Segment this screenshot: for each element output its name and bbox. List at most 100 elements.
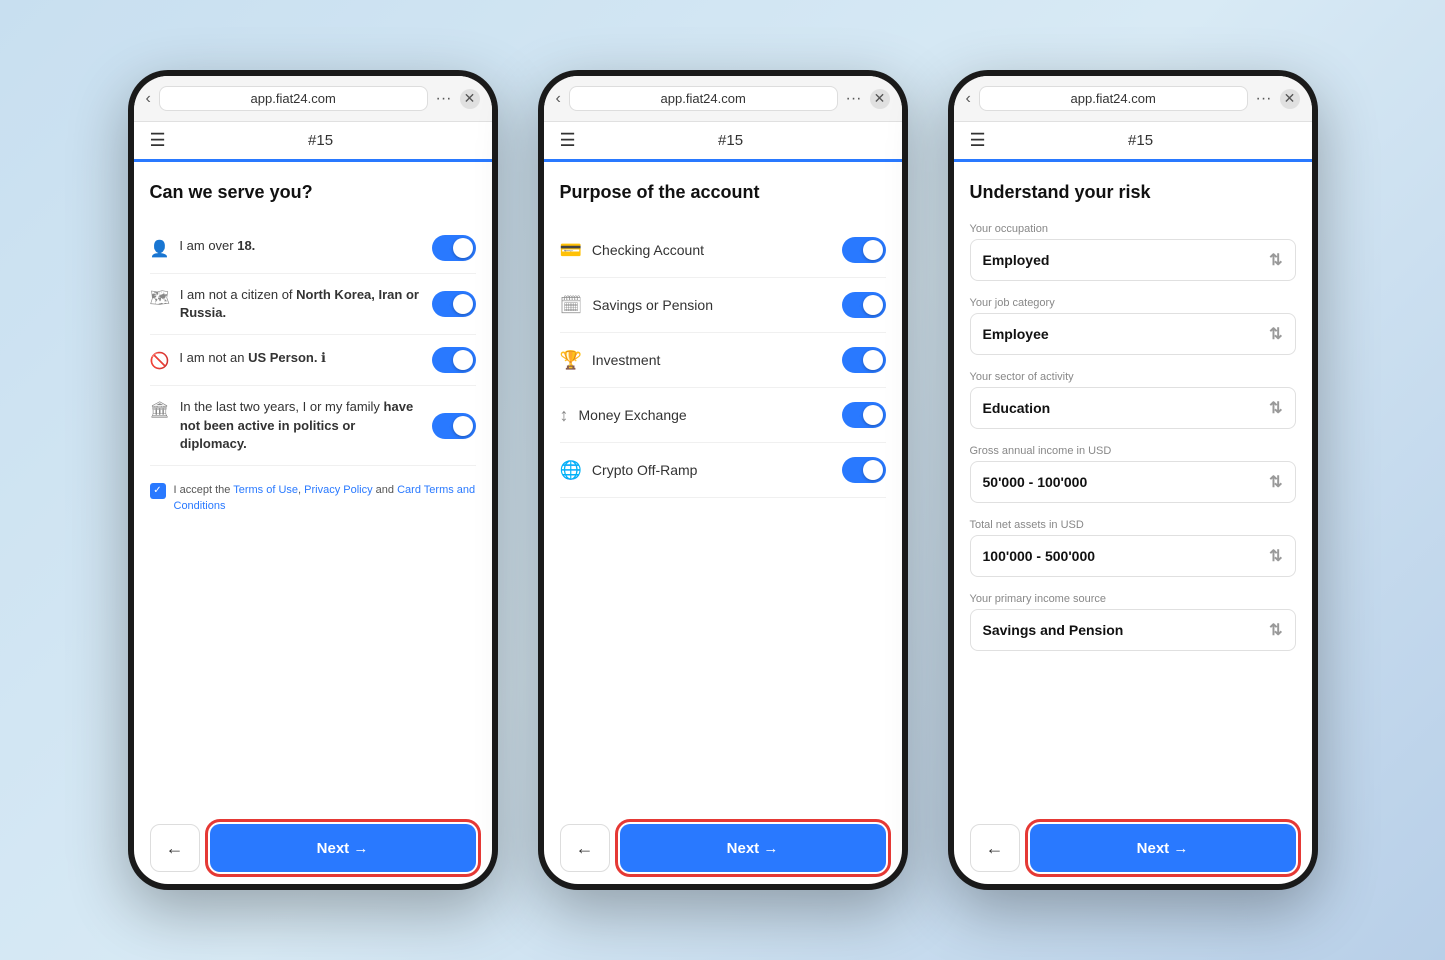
screen1-title: Can we serve you? [150,182,476,203]
browser-bar-3: ‹ app.fiat24.com ··· ✕ [954,76,1312,122]
checkbox-row-1: ✓ I accept the Terms of Use, Privacy Pol… [150,482,476,515]
field-job-category: Your job category Employee ⇅ [970,297,1296,355]
toggle-exchange[interactable] [842,402,886,428]
browser-back-3[interactable]: ‹ [966,90,971,108]
investment-label: Investment [592,352,660,368]
browser-bar-2: ‹ app.fiat24.com ··· ✕ [544,76,902,122]
toggle-4[interactable] [432,413,476,439]
next-button-2[interactable]: Next → [620,824,886,872]
toggle-crypto[interactable] [842,457,886,483]
footer-1: ← Next → [134,812,492,884]
field-sector: Your sector of activity Education ⇅ [970,371,1296,429]
screen3-content: Understand your risk Your occupation Emp… [954,162,1312,812]
job-category-label: Your job category [970,297,1296,309]
net-assets-select[interactable]: 100'000 - 500'000 ⇅ [970,535,1296,577]
occupation-select[interactable]: Employed ⇅ [970,239,1296,281]
occupation-label: Your occupation [970,223,1296,235]
browser-url-2: app.fiat24.com [569,86,838,111]
screen3-title: Understand your risk [970,182,1296,203]
row-text-2: I am not a citizen of North Korea, Iran … [180,286,420,322]
income-select[interactable]: 50'000 - 100'000 ⇅ [970,461,1296,503]
purpose-row-5[interactable]: 🌐 Crypto Off-Ramp [560,443,886,498]
browser-close-2[interactable]: ✕ [870,89,890,109]
footer-3: ← Next → [954,812,1312,884]
nav-bar-1: ☰ #15 [134,122,492,162]
browser-url-1: app.fiat24.com [159,86,428,111]
hamburger-icon-1[interactable]: ☰ [150,130,166,151]
phone-screen-1: ‹ app.fiat24.com ··· ✕ ☰ #15 Can we serv… [134,76,492,884]
occupation-arrow: ⇅ [1269,250,1282,270]
terms-text: I accept the Terms of Use, Privacy Polic… [174,482,476,515]
browser-url-3: app.fiat24.com [979,86,1248,111]
exchange-icon: ↕ [560,405,569,426]
field-income: Gross annual income in USD 50'000 - 100'… [970,445,1296,503]
toggle-row-4: 🏛 In the last two years, I or my family … [150,386,476,466]
browser-back-1[interactable]: ‹ [146,90,151,108]
nav-bar-2: ☰ #15 [544,122,902,162]
job-category-select[interactable]: Employee ⇅ [970,313,1296,355]
income-arrow: ⇅ [1269,472,1282,492]
savings-icon: 🗓 [560,295,583,316]
row-text-1: I am over 18. [179,237,255,255]
field-net-assets: Total net assets in USD 100'000 - 500'00… [970,519,1296,577]
sector-arrow: ⇅ [1269,398,1282,418]
screen1-content: Can we serve you? 👤 I am over 18. 🗺 I am… [134,162,492,812]
browser-dots-1[interactable]: ··· [436,90,452,108]
income-label: Gross annual income in USD [970,445,1296,457]
phone-frame-1: ‹ app.fiat24.com ··· ✕ ☰ #15 Can we serv… [128,70,498,890]
exchange-label: Money Exchange [579,407,687,423]
row-text-3: I am not an US Person. ℹ [179,349,326,367]
income-source-value: Savings and Pension [983,622,1124,638]
phone-screen-3: ‹ app.fiat24.com ··· ✕ ☰ #15 Understand … [954,76,1312,884]
back-button-1[interactable]: ← [150,824,200,872]
income-source-select[interactable]: Savings and Pension ⇅ [970,609,1296,651]
footer-2: ← Next → [544,812,902,884]
sector-label: Your sector of activity [970,371,1296,383]
hamburger-icon-2[interactable]: ☰ [560,130,576,151]
nav-title-2: #15 [576,132,886,149]
occupation-value: Employed [983,252,1050,268]
browser-bar-1: ‹ app.fiat24.com ··· ✕ [134,76,492,122]
back-button-3[interactable]: ← [970,824,1020,872]
sector-value: Education [983,400,1051,416]
checking-label: Checking Account [592,242,704,258]
browser-dots-2[interactable]: ··· [846,90,862,108]
browser-close-1[interactable]: ✕ [460,89,480,109]
toggle-row-2: 🗺 I am not a citizen of North Korea, Ira… [150,274,476,335]
row-icon-1: 👤 [150,239,170,259]
back-button-2[interactable]: ← [560,824,610,872]
nav-title-1: #15 [166,132,476,149]
toggle-1[interactable] [432,235,476,261]
purpose-row-3[interactable]: 🏆 Investment [560,333,886,388]
next-button-1[interactable]: Next → [210,824,476,872]
toggle-3[interactable] [432,347,476,373]
checking-icon: 💳 [560,240,582,261]
browser-close-3[interactable]: ✕ [1280,89,1300,109]
browser-dots-3[interactable]: ··· [1256,90,1272,108]
sector-select[interactable]: Education ⇅ [970,387,1296,429]
toggle-savings[interactable] [842,292,886,318]
toggle-row-1: 👤 I am over 18. [150,223,476,274]
crypto-label: Crypto Off-Ramp [592,462,698,478]
job-category-arrow: ⇅ [1269,324,1282,344]
income-source-arrow: ⇅ [1269,620,1282,640]
job-category-value: Employee [983,326,1049,342]
toggle-investment[interactable] [842,347,886,373]
terms-checkbox[interactable]: ✓ [150,483,166,499]
phone-frame-2: ‹ app.fiat24.com ··· ✕ ☰ #15 Purpose of … [538,70,908,890]
investment-icon: 🏆 [560,350,582,371]
browser-back-2[interactable]: ‹ [556,90,561,108]
toggle-2[interactable] [432,291,476,317]
screen2-title: Purpose of the account [560,182,886,203]
purpose-row-2[interactable]: 🗓 Savings or Pension [560,278,886,333]
field-income-source: Your primary income source Savings and P… [970,593,1296,651]
phone-frame-3: ‹ app.fiat24.com ··· ✕ ☰ #15 Understand … [948,70,1318,890]
hamburger-icon-3[interactable]: ☰ [970,130,986,151]
purpose-row-4[interactable]: ↕ Money Exchange [560,388,886,443]
purpose-row-1[interactable]: 💳 Checking Account [560,223,886,278]
nav-bar-3: ☰ #15 [954,122,1312,162]
toggle-checking[interactable] [842,237,886,263]
next-button-3[interactable]: Next → [1030,824,1296,872]
net-assets-label: Total net assets in USD [970,519,1296,531]
crypto-icon: 🌐 [560,460,582,481]
